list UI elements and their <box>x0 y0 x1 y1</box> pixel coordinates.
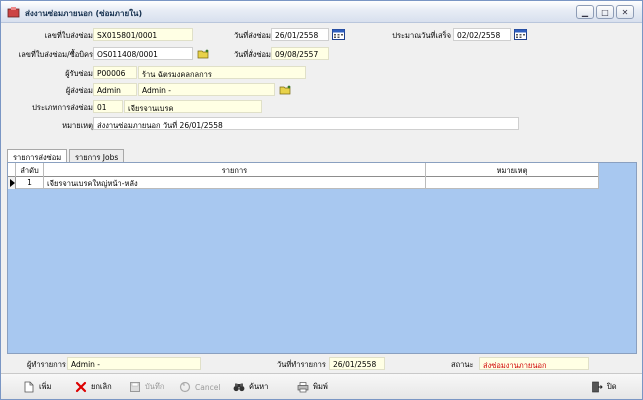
printer-icon <box>297 382 309 393</box>
print-label: พิมพ์ <box>313 382 328 391</box>
send-date-label: วันที่ส่งซ่อม <box>233 31 271 40</box>
cell-no: 1 <box>16 177 44 189</box>
receiver-name-field[interactable]: ร้าน ฉัตรมงคลกลการ <box>138 66 306 79</box>
tab-bar: รายการส่งซ่อม รายการ Jobs <box>7 149 637 164</box>
window-title: ส่งงานซ่อมภายนอก (ซ่อมภายใน) <box>25 9 143 18</box>
add-button[interactable]: เพิ่ม <box>23 379 51 395</box>
order-date-label: วันที่สั่งซ่อม <box>233 50 271 59</box>
save-label: บันทึก <box>145 382 165 391</box>
bottom-toolbar: เพิ่ม ยกเลิก บันทึก Cancel ค้นหา พิมพ์ ป… <box>1 373 642 399</box>
sender-label: ผู้ส่งซ่อม <box>65 86 93 95</box>
footer-info: ผู้ทำรายการ Admin - วันที่ทำรายการ 26/01… <box>7 355 637 371</box>
add-label: เพิ่ม <box>39 382 52 391</box>
col-header-no[interactable]: ลำดับ <box>16 163 44 177</box>
est-finish-field[interactable]: 02/02/2558 <box>453 28 511 41</box>
table-row[interactable]: 1 เจียรจานเบรคใหญ่หน้า-หลัง <box>8 177 599 189</box>
doc-no-field[interactable]: SX015801/0001 <box>93 28 193 41</box>
creator-label: ผู้ทำรายการ <box>27 360 66 369</box>
receiver-code-field[interactable]: P00006 <box>93 66 137 79</box>
col-header-item[interactable]: รายการ <box>44 163 426 177</box>
ref-doc-field[interactable]: OS011408/0001 <box>93 47 193 60</box>
cancel-label: Cancel <box>195 382 221 392</box>
binoculars-icon <box>233 383 245 392</box>
save-button[interactable]: บันทึก <box>129 379 164 395</box>
sender-code-field[interactable]: Admin <box>93 83 137 96</box>
repair-items-grid[interactable]: ลำดับ รายการ หมายเหตุ 1 เจียรจานเบรคใหญ่… <box>7 162 637 354</box>
est-finish-label: ประมาณวันที่เสร็จ <box>392 31 451 40</box>
print-button[interactable]: พิมพ์ <box>297 379 328 395</box>
maximize-icon: □ <box>601 7 609 17</box>
est-finish-calendar-icon[interactable] <box>514 28 527 40</box>
undo-icon <box>179 381 191 393</box>
cancel-document-button[interactable]: ยกเลิก <box>75 379 112 395</box>
col-header-note[interactable]: หมายเหตุ <box>426 163 599 177</box>
search-label: ค้นหา <box>249 382 269 391</box>
doc-no-label: เลขที่ใบส่งซ่อม <box>44 31 93 40</box>
main-window: ส่งงานซ่อมภายนอก (ซ่อมภายใน) ▁ □ ✕ เลขที… <box>0 0 643 400</box>
ref-doc-lookup-icon[interactable] <box>197 49 209 59</box>
repair-type-name-field[interactable]: เจียรจานเบรค <box>124 100 262 113</box>
send-date-calendar-icon[interactable] <box>332 28 345 40</box>
order-date-field[interactable]: 09/08/2557 <box>271 47 329 60</box>
save-icon <box>130 382 140 392</box>
document-form: เลขที่ใบส่งซ่อม SX015801/0001 วันที่ส่งซ… <box>7 23 637 147</box>
sender-lookup-icon[interactable] <box>279 85 291 95</box>
repair-type-code-field[interactable]: 01 <box>93 100 123 113</box>
creator-field: Admin - <box>67 357 201 370</box>
app-icon <box>7 7 20 18</box>
status-field: ส่งซ่อมงานภายนอก <box>479 357 589 370</box>
cell-item: เจียรจานเบรคใหญ่หน้า-หลัง <box>44 177 426 189</box>
title-bar[interactable]: ส่งงานซ่อมภายนอก (ซ่อมภายใน) ▁ □ ✕ <box>1 1 642 23</box>
minimize-button[interactable]: ▁ <box>576 5 594 19</box>
grid-corner <box>8 163 16 177</box>
cancel-document-label: ยกเลิก <box>91 382 112 391</box>
repair-type-label: ประเภทการส่งซ่อม <box>32 103 93 112</box>
close-window-button[interactable]: ✕ <box>616 5 634 19</box>
close-icon: ✕ <box>621 7 629 17</box>
close-button[interactable]: ปิด <box>591 379 617 395</box>
ref-doc-label: เลขที่ใบส่งซ่อม/ซื้อบิคร <box>18 50 93 59</box>
remark-label: หมายเหตุ <box>62 121 93 130</box>
sender-name-field[interactable]: Admin - <box>138 83 275 96</box>
cell-note <box>426 177 599 189</box>
search-button[interactable]: ค้นหา <box>233 379 268 395</box>
exit-door-icon <box>592 381 603 393</box>
receiver-label: ผู้รับซ่อม <box>65 69 93 78</box>
cancel-button[interactable]: Cancel <box>179 379 220 395</box>
send-date-field[interactable]: 26/01/2558 <box>271 28 329 41</box>
grid-header: ลำดับ รายการ หมายเหตุ <box>8 163 599 177</box>
minimize-icon: ▁ <box>581 7 589 17</box>
created-date-label: วันที่ทำรายการ <box>277 360 326 369</box>
red-x-icon <box>75 381 87 393</box>
remark-field[interactable]: ส่งงานซ่อมภายนอก วันที่ 26/01/2558 <box>93 117 519 130</box>
new-document-icon <box>24 381 34 393</box>
current-row-indicator-icon <box>8 177 16 189</box>
status-label: สถานะ <box>451 360 474 369</box>
maximize-button[interactable]: □ <box>596 5 614 19</box>
close-label: ปิด <box>607 382 617 391</box>
created-date-field: 26/01/2558 <box>329 357 385 370</box>
tab-jobs[interactable]: รายการ Jobs <box>69 149 125 163</box>
